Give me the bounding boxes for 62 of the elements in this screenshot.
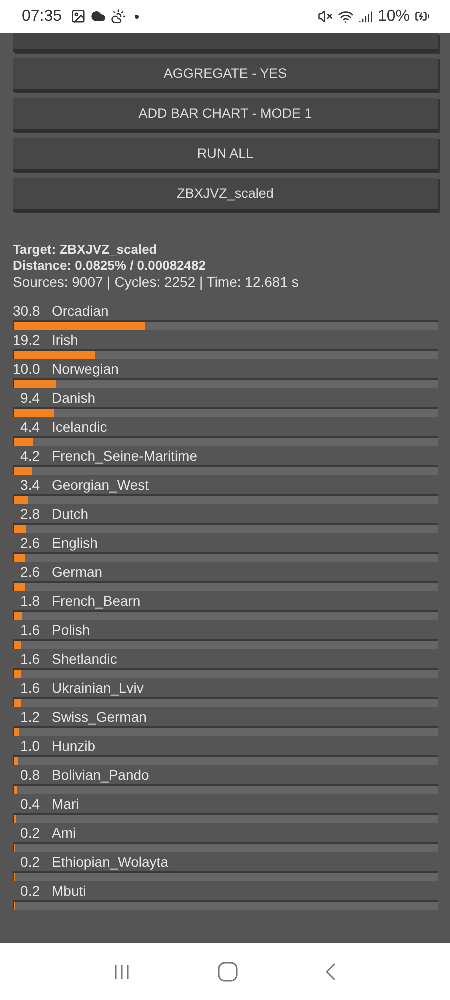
percentage-value: 30.8 bbox=[13, 302, 40, 319]
population-name: Ethiopian_Wolayta bbox=[52, 854, 168, 870]
percentage-value: 10.0 bbox=[13, 360, 40, 377]
cloud-icon bbox=[91, 9, 106, 24]
population-name: Polish bbox=[52, 622, 90, 638]
percentage-value: 19.2 bbox=[13, 332, 40, 348]
stats-text: Sources: 9007 | Cycles: 2252 | Time: 12.681 s bbox=[13, 274, 300, 290]
percentage-value: 0.8 bbox=[20, 766, 40, 783]
percentage-value: 0.2 bbox=[20, 882, 40, 899]
population-name: Swiss_German bbox=[52, 708, 147, 725]
population-name: French_Bearn bbox=[52, 592, 141, 609]
distance-text: Distance: 0.0825% / 0.00082482 bbox=[13, 258, 207, 274]
target-text: Target: ZBXJVZ_scaled bbox=[13, 242, 158, 258]
population-name: Icelandic bbox=[52, 418, 108, 435]
option-button[interactable]: ADD BAR CHART - MODE 1 bbox=[13, 98, 438, 132]
population-name: Orcadian bbox=[52, 302, 109, 319]
population-name: Mbuti bbox=[52, 882, 86, 899]
population-name: Ukrainian_Lviv bbox=[52, 680, 144, 696]
percentage-value: 2.8 bbox=[20, 506, 40, 522]
option-button[interactable]: ZBXJVZ_scaled bbox=[13, 178, 438, 212]
population-name: Mari bbox=[52, 796, 80, 812]
percentage-value: 1.6 bbox=[20, 622, 40, 638]
population-name: Dutch bbox=[52, 506, 89, 522]
home-icon[interactable] bbox=[218, 962, 238, 982]
percentage-value: 0.2 bbox=[20, 854, 40, 870]
percentage-value: 0.2 bbox=[20, 824, 40, 841]
percentage-value: 9.4 bbox=[20, 390, 40, 406]
signal-icon bbox=[358, 10, 373, 24]
wifi-icon bbox=[338, 8, 354, 24]
population-name: Irish bbox=[52, 332, 78, 348]
percentage-value: 1.8 bbox=[20, 592, 40, 609]
population-name: English bbox=[52, 534, 98, 551]
population-name: Bolivian_Pando bbox=[52, 766, 150, 783]
population-name: French_Seine-Maritime bbox=[52, 448, 198, 464]
population-name: Ami bbox=[52, 824, 76, 841]
population-name: Norwegian bbox=[52, 360, 119, 377]
population-name: Hunzib bbox=[52, 738, 96, 754]
population-name: German bbox=[52, 564, 103, 580]
percentage-value: 1.6 bbox=[20, 650, 40, 667]
battery-percent: 10% bbox=[378, 8, 410, 26]
option-button[interactable]: AGGREGATE - YES bbox=[13, 58, 438, 92]
back-icon[interactable] bbox=[324, 962, 337, 982]
percentage-value: 4.4 bbox=[20, 418, 40, 435]
cloud-sun-icon bbox=[111, 9, 126, 24]
percentage-value: 1.6 bbox=[20, 680, 40, 696]
percentage-value: 4.2 bbox=[20, 448, 40, 464]
notification-dot-icon bbox=[135, 14, 140, 18]
population-name: Shetlandic bbox=[52, 650, 118, 667]
percentage-value: 1.2 bbox=[20, 708, 40, 725]
battery-icon bbox=[415, 9, 430, 24]
population-name: Georgian_West bbox=[52, 476, 150, 493]
recent-apps-icon[interactable] bbox=[113, 962, 132, 980]
percentage-value: 1.0 bbox=[20, 738, 40, 754]
percentage-value: 0.4 bbox=[20, 796, 40, 812]
percentage-value: 2.6 bbox=[20, 534, 40, 551]
population-name: Danish bbox=[52, 390, 96, 406]
option-button[interactable]: RUN ALL bbox=[13, 138, 438, 172]
clock-time: 07:35 bbox=[22, 8, 62, 26]
percentage-value: 2.6 bbox=[20, 564, 40, 580]
percentage-value: 3.4 bbox=[20, 476, 40, 493]
image-icon bbox=[71, 9, 86, 24]
mute-icon bbox=[318, 9, 333, 24]
